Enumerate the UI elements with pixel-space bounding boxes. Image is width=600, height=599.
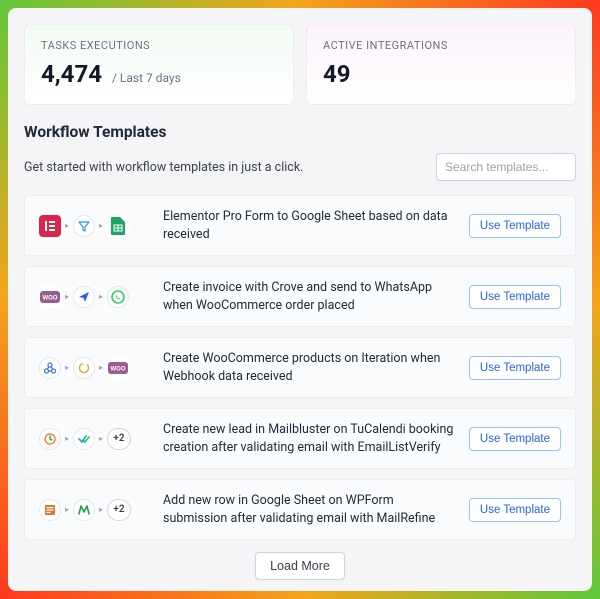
template-icons: ▸ ▸ (39, 215, 151, 237)
template-desc: Create invoice with Crove and send to Wh… (163, 279, 457, 314)
template-icons: ▸ ▸ WOO (39, 357, 151, 379)
use-template-button[interactable]: Use Template (469, 285, 561, 309)
stat-label: TASKS EXECUTIONS (41, 39, 277, 52)
template-row: ▸ ▸ WOO Create WooCommerce products on I… (24, 337, 576, 398)
checks-icon (73, 428, 95, 450)
stat-card-tasks: TASKS EXECUTIONS 4,474 / Last 7 days (24, 24, 294, 105)
iterate-icon (73, 357, 95, 379)
chevron-right-icon: ▸ (65, 221, 69, 230)
template-row: ▸ ▸ +2 Create new lead in Mailbluster on… (24, 408, 576, 469)
filter-icon (73, 215, 95, 237)
section-sub-row: Get started with workflow templates in j… (24, 153, 576, 181)
more-badge[interactable]: +2 (107, 428, 131, 450)
chevron-right-icon: ▸ (99, 363, 103, 372)
template-icons: ▸ ▸ +2 (39, 499, 151, 521)
more-badge[interactable]: +2 (107, 499, 131, 521)
chevron-right-icon: ▸ (99, 505, 103, 514)
chevron-right-icon: ▸ (65, 292, 69, 301)
template-desc: Create new lead in Mailbluster on TuCale… (163, 421, 457, 456)
template-row: ▸ ▸ Elementor Pro Form to Google Sheet b… (24, 195, 576, 256)
templates-section: Workflow Templates Get started with work… (8, 117, 592, 591)
svg-text:WOO: WOO (111, 366, 126, 372)
use-template-button[interactable]: Use Template (469, 498, 561, 522)
chevron-right-icon: ▸ (99, 292, 103, 301)
chevron-right-icon: ▸ (65, 505, 69, 514)
wpform-icon (39, 499, 61, 521)
template-icons: WOO ▸ ▸ (39, 286, 151, 308)
template-list: ▸ ▸ Elementor Pro Form to Google Sheet b… (24, 195, 576, 540)
search-input[interactable] (436, 153, 576, 181)
section-subtitle: Get started with workflow templates in j… (24, 160, 303, 175)
webhook-icon (39, 357, 61, 379)
chevron-right-icon: ▸ (65, 363, 69, 372)
stat-sub: / Last 7 days (112, 71, 181, 85)
whatsapp-icon (107, 286, 129, 308)
chevron-right-icon: ▸ (65, 434, 69, 443)
svg-text:WOO: WOO (43, 295, 58, 301)
stat-value-tasks: 4,474 (41, 60, 102, 88)
stat-card-integrations: ACTIVE INTEGRATIONS 49 (306, 24, 576, 105)
section-title: Workflow Templates (24, 123, 576, 141)
load-more-wrap: Load More (24, 552, 576, 580)
use-template-button[interactable]: Use Template (469, 427, 561, 451)
woocommerce-icon: WOO (39, 286, 61, 308)
send-icon (73, 286, 95, 308)
template-row: ▸ ▸ +2 Add new row in Google Sheet on WP… (24, 479, 576, 540)
template-icons: ▸ ▸ +2 (39, 428, 151, 450)
chevron-right-icon: ▸ (99, 434, 103, 443)
template-desc: Elementor Pro Form to Google Sheet based… (163, 208, 457, 243)
stat-value-integrations: 49 (323, 60, 351, 88)
use-template-button[interactable]: Use Template (469, 214, 561, 238)
gsheet-icon (107, 215, 129, 237)
stats-row: TASKS EXECUTIONS 4,474 / Last 7 days ACT… (8, 8, 592, 117)
load-more-button[interactable]: Load More (255, 552, 345, 580)
template-desc: Create WooCommerce products on Iteration… (163, 350, 457, 385)
mailrefine-icon (73, 499, 95, 521)
app-panel: TASKS EXECUTIONS 4,474 / Last 7 days ACT… (8, 8, 592, 591)
woocommerce-icon: WOO (107, 357, 129, 379)
chevron-right-icon: ▸ (99, 221, 103, 230)
use-template-button[interactable]: Use Template (469, 356, 561, 380)
stat-label: ACTIVE INTEGRATIONS (323, 39, 559, 52)
elementor-icon (39, 215, 61, 237)
clock-icon (39, 428, 61, 450)
template-row: WOO ▸ ▸ Create invoice with Crove and se… (24, 266, 576, 327)
template-desc: Add new row in Google Sheet on WPForm su… (163, 492, 457, 527)
